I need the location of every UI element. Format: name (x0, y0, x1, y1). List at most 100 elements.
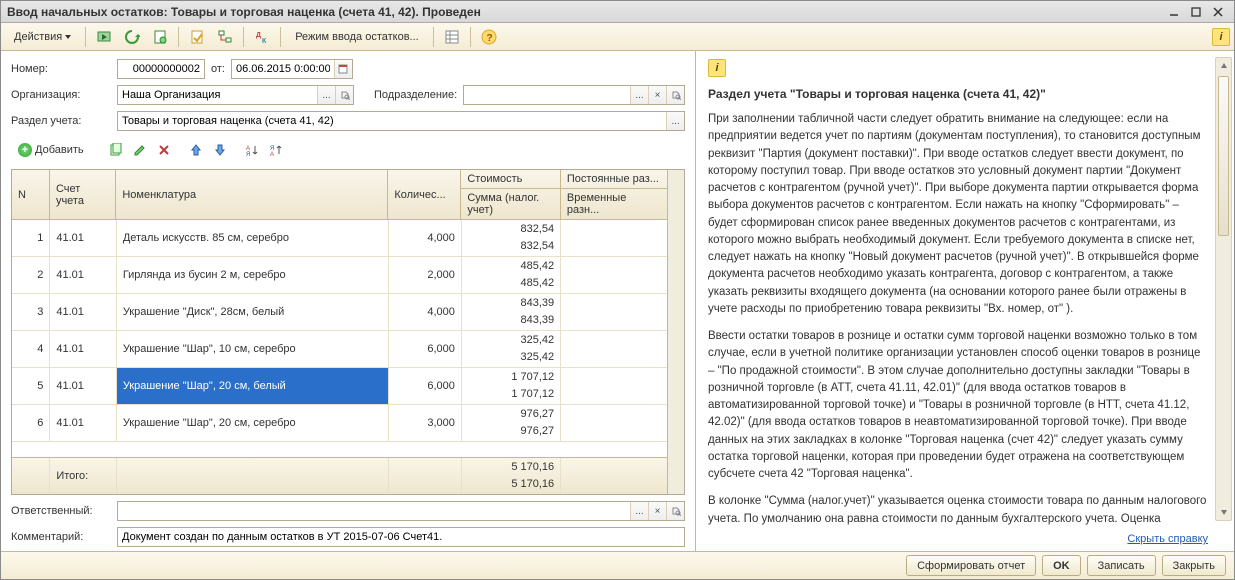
select-icon[interactable]: ... (630, 86, 648, 104)
mode-button[interactable]: Режим ввода остатков... (286, 26, 428, 48)
cell-diff (561, 220, 667, 257)
sort-desc-icon[interactable]: ЯA (265, 139, 287, 161)
close-button[interactable]: Закрыть (1162, 555, 1226, 576)
col-diff2[interactable]: Временные разн... (561, 188, 667, 219)
svg-text:Д: Д (256, 32, 261, 39)
cell-n: 6 (12, 405, 50, 442)
table-row[interactable]: 141.01Деталь искусств. 85 см, серебро4,0… (12, 220, 667, 257)
table-row[interactable]: 541.01Украшение "Шар", 20 см, белый6,000… (12, 368, 667, 405)
col-n[interactable]: N (12, 186, 49, 204)
add-button[interactable]: +Добавить (11, 139, 91, 161)
org-field[interactable]: ... (117, 85, 354, 105)
table-row[interactable]: 441.01Украшение "Шар", 10 см, серебро6,0… (12, 331, 667, 368)
sort-asc-icon[interactable]: AЯ (241, 139, 263, 161)
svg-text:?: ? (486, 33, 492, 44)
open-icon[interactable] (335, 86, 353, 104)
cell-n: 3 (12, 294, 50, 331)
bottom-bar: Сформировать отчет OK Записать Закрыть (1, 551, 1234, 579)
select-icon[interactable]: ... (317, 86, 335, 104)
total-row: Итого: 5 170,165 170,16 (12, 457, 667, 494)
add-label: Добавить (35, 144, 84, 156)
hide-help-link[interactable]: Скрыть справку (1127, 533, 1208, 545)
cell-nomenclature: Гирлянда из бусин 2 м, серебро (117, 257, 389, 294)
actions-label: Действия (14, 31, 62, 43)
cell-nomenclature: Украшение "Шар", 10 см, серебро (117, 331, 389, 368)
col-account[interactable]: Счет учета (50, 180, 115, 210)
run-icon[interactable] (91, 26, 117, 48)
cell-n: 2 (12, 257, 50, 294)
dk-icon[interactable]: ДК (249, 26, 275, 48)
col-nomenclature[interactable]: Номенклатура (116, 186, 387, 204)
minimize-button[interactable] (1164, 4, 1184, 20)
section-field[interactable]: ... (117, 111, 685, 131)
maximize-button[interactable] (1186, 4, 1206, 20)
org-label: Организация: (11, 89, 111, 101)
comment-field[interactable] (117, 527, 685, 547)
table-row[interactable]: 341.01Украшение "Диск", 28см, белый4,000… (12, 294, 667, 331)
comment-label: Комментарий: (11, 531, 111, 543)
cell-cost: 976,27976,27 (462, 405, 561, 442)
resp-field[interactable]: ... × (117, 501, 685, 521)
copy-icon[interactable] (105, 139, 127, 161)
help-icon[interactable]: ? (476, 26, 502, 48)
cell-n: 4 (12, 331, 50, 368)
col-cost[interactable]: Стоимость (461, 170, 560, 188)
data-grid[interactable]: N Счет учета Номенклатура Количес... Сто… (11, 169, 685, 495)
scroll-thumb[interactable] (1218, 76, 1229, 236)
actions-menu[interactable]: Действия (5, 26, 80, 48)
info-icon: i (708, 59, 726, 77)
doc-icon[interactable] (147, 26, 173, 48)
help-scrollbar[interactable] (1215, 57, 1232, 521)
cell-account: 41.01 (50, 368, 116, 405)
move-up-icon[interactable] (185, 139, 207, 161)
open-icon[interactable] (666, 502, 684, 520)
delete-icon[interactable] (153, 139, 175, 161)
refresh-icon[interactable] (119, 26, 145, 48)
edit-icon[interactable] (129, 139, 151, 161)
cell-diff (561, 368, 667, 405)
help-pane: i Раздел учета "Товары и торговая наценк… (696, 51, 1234, 551)
grid-scrollbar[interactable] (667, 170, 684, 494)
col-diff1[interactable]: Постоянные раз... (561, 170, 667, 188)
clear-icon[interactable]: × (648, 86, 666, 104)
scroll-up-icon[interactable] (1216, 58, 1231, 74)
move-down-icon[interactable] (209, 139, 231, 161)
total-label: Итого: (50, 458, 116, 494)
help-text: Раздел учета "Товары и торговая наценка … (708, 85, 1230, 529)
ok-button[interactable]: OK (1042, 555, 1081, 576)
select-icon[interactable]: ... (666, 112, 684, 130)
tree-icon[interactable] (212, 26, 238, 48)
open-icon[interactable] (666, 86, 684, 104)
clear-icon[interactable]: × (648, 502, 666, 520)
cell-account: 41.01 (50, 331, 116, 368)
number-label: Номер: (11, 63, 111, 75)
close-button[interactable] (1208, 4, 1228, 20)
select-icon[interactable]: ... (630, 502, 648, 520)
info-tip-icon[interactable]: i (1212, 28, 1230, 46)
svg-text:A: A (270, 152, 274, 157)
from-label: от: (211, 63, 225, 75)
cell-qty: 4,000 (389, 294, 462, 331)
cell-diff (561, 257, 667, 294)
form-report-button[interactable]: Сформировать отчет (906, 555, 1036, 576)
number-field[interactable] (117, 59, 205, 79)
calendar-icon[interactable] (334, 60, 352, 78)
cell-account: 41.01 (50, 405, 116, 442)
table-toolbar: +Добавить AЯ ЯA (11, 137, 685, 163)
save-button[interactable]: Записать (1087, 555, 1156, 576)
dept-field[interactable]: ... × (463, 85, 685, 105)
dept-label: Подразделение: (374, 89, 457, 101)
list-icon[interactable] (439, 26, 465, 48)
cell-diff (561, 405, 667, 442)
main-toolbar: Действия ДК Режим ввода остатков... ? i (1, 23, 1234, 51)
window-title: Ввод начальных остатков: Товары и торгов… (7, 5, 1162, 19)
scroll-down-icon[interactable] (1216, 504, 1231, 520)
table-row[interactable]: 241.01Гирлянда из бусин 2 м, серебро2,00… (12, 257, 667, 294)
col-qty[interactable]: Количес... (388, 186, 460, 204)
col-cost-sub[interactable]: Сумма (налог. учет) (461, 188, 560, 219)
link-icon[interactable] (184, 26, 210, 48)
cell-nomenclature: Украшение "Шар", 20 см, белый (117, 368, 389, 405)
table-row[interactable]: 641.01Украшение "Шар", 20 см, серебро3,0… (12, 405, 667, 442)
resp-label: Ответственный: (11, 505, 111, 517)
date-field[interactable] (231, 59, 353, 79)
